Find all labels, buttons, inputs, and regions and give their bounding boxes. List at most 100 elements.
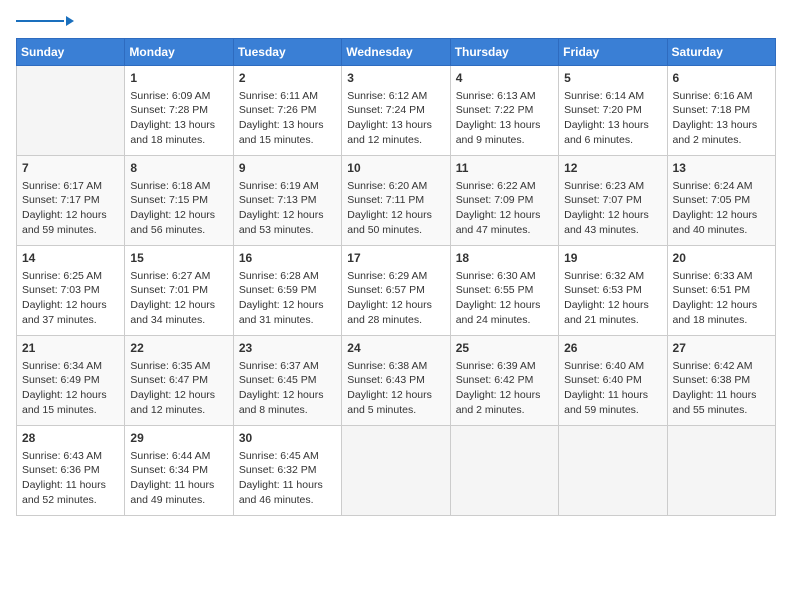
day-number: 18: [456, 250, 553, 267]
day-info-line: Daylight: 11 hours: [673, 388, 770, 403]
calendar-cell: 12Sunrise: 6:23 AMSunset: 7:07 PMDayligh…: [559, 156, 667, 246]
day-number: 11: [456, 160, 553, 177]
day-info-line: Sunset: 7:18 PM: [673, 103, 770, 118]
day-info-line: Daylight: 12 hours: [22, 208, 119, 223]
calendar-cell: 25Sunrise: 6:39 AMSunset: 6:42 PMDayligh…: [450, 336, 558, 426]
day-info-line: Daylight: 13 hours: [564, 118, 661, 133]
calendar-cell: 7Sunrise: 6:17 AMSunset: 7:17 PMDaylight…: [17, 156, 125, 246]
day-info-line: Sunset: 7:01 PM: [130, 283, 227, 298]
calendar-cell: 14Sunrise: 6:25 AMSunset: 7:03 PMDayligh…: [17, 246, 125, 336]
day-info-line: Daylight: 12 hours: [130, 208, 227, 223]
day-info-line: Daylight: 11 hours: [22, 478, 119, 493]
day-info-line: Sunrise: 6:34 AM: [22, 359, 119, 374]
day-info-line: Daylight: 12 hours: [673, 298, 770, 313]
day-info-line: and 8 minutes.: [239, 403, 336, 418]
day-info-line: Daylight: 11 hours: [239, 478, 336, 493]
day-info-line: Daylight: 12 hours: [347, 208, 444, 223]
day-number: 29: [130, 430, 227, 447]
day-info-line: Sunset: 6:38 PM: [673, 373, 770, 388]
day-info-line: Sunrise: 6:20 AM: [347, 179, 444, 194]
day-info-line: Daylight: 12 hours: [456, 298, 553, 313]
day-info-line: and 24 minutes.: [456, 313, 553, 328]
day-info-line: and 2 minutes.: [456, 403, 553, 418]
calendar-cell: [559, 426, 667, 516]
day-info-line: Daylight: 12 hours: [564, 298, 661, 313]
day-info-line: Sunrise: 6:27 AM: [130, 269, 227, 284]
calendar-cell: [342, 426, 450, 516]
calendar-cell: 5Sunrise: 6:14 AMSunset: 7:20 PMDaylight…: [559, 66, 667, 156]
day-info-line: Sunrise: 6:28 AM: [239, 269, 336, 284]
day-info-line: Sunset: 6:51 PM: [673, 283, 770, 298]
day-info-line: and 40 minutes.: [673, 223, 770, 238]
day-number: 13: [673, 160, 770, 177]
header-cell-friday: Friday: [559, 39, 667, 66]
day-info-line: Daylight: 13 hours: [673, 118, 770, 133]
day-number: 7: [22, 160, 119, 177]
day-info-line: Sunset: 7:28 PM: [130, 103, 227, 118]
calendar-cell: 15Sunrise: 6:27 AMSunset: 7:01 PMDayligh…: [125, 246, 233, 336]
day-info-line: and 50 minutes.: [347, 223, 444, 238]
day-number: 4: [456, 70, 553, 87]
day-info-line: Sunset: 7:07 PM: [564, 193, 661, 208]
day-info-line: Daylight: 12 hours: [130, 388, 227, 403]
day-number: 20: [673, 250, 770, 267]
calendar-cell: [450, 426, 558, 516]
day-number: 22: [130, 340, 227, 357]
day-info-line: and 5 minutes.: [347, 403, 444, 418]
day-info-line: Daylight: 12 hours: [239, 388, 336, 403]
calendar-cell: 4Sunrise: 6:13 AMSunset: 7:22 PMDaylight…: [450, 66, 558, 156]
day-info-line: Sunrise: 6:32 AM: [564, 269, 661, 284]
calendar-cell: 28Sunrise: 6:43 AMSunset: 6:36 PMDayligh…: [17, 426, 125, 516]
calendar-cell: 18Sunrise: 6:30 AMSunset: 6:55 PMDayligh…: [450, 246, 558, 336]
day-number: 5: [564, 70, 661, 87]
day-info-line: Sunset: 6:45 PM: [239, 373, 336, 388]
day-number: 21: [22, 340, 119, 357]
day-info-line: Sunset: 7:09 PM: [456, 193, 553, 208]
day-info-line: and 12 minutes.: [130, 403, 227, 418]
day-info-line: Sunrise: 6:35 AM: [130, 359, 227, 374]
calendar-cell: 11Sunrise: 6:22 AMSunset: 7:09 PMDayligh…: [450, 156, 558, 246]
calendar-cell: 27Sunrise: 6:42 AMSunset: 6:38 PMDayligh…: [667, 336, 775, 426]
day-info-line: Sunrise: 6:18 AM: [130, 179, 227, 194]
day-info-line: Sunrise: 6:13 AM: [456, 89, 553, 104]
day-info-line: Daylight: 13 hours: [456, 118, 553, 133]
day-info-line: and 18 minutes.: [130, 133, 227, 148]
calendar-cell: 10Sunrise: 6:20 AMSunset: 7:11 PMDayligh…: [342, 156, 450, 246]
calendar-cell: 9Sunrise: 6:19 AMSunset: 7:13 PMDaylight…: [233, 156, 341, 246]
day-info-line: and 9 minutes.: [456, 133, 553, 148]
logo-underline-icon: [16, 14, 76, 28]
day-number: 16: [239, 250, 336, 267]
day-number: 25: [456, 340, 553, 357]
day-info-line: Daylight: 12 hours: [239, 298, 336, 313]
week-row-2: 7Sunrise: 6:17 AMSunset: 7:17 PMDaylight…: [17, 156, 776, 246]
day-info-line: Sunset: 6:53 PM: [564, 283, 661, 298]
calendar-cell: 20Sunrise: 6:33 AMSunset: 6:51 PMDayligh…: [667, 246, 775, 336]
day-info-line: and 6 minutes.: [564, 133, 661, 148]
day-info-line: Sunset: 6:40 PM: [564, 373, 661, 388]
day-info-line: Daylight: 12 hours: [22, 388, 119, 403]
day-info-line: and 18 minutes.: [673, 313, 770, 328]
logo: [16, 16, 76, 28]
day-info-line: Sunset: 7:05 PM: [673, 193, 770, 208]
day-info-line: Sunrise: 6:37 AM: [239, 359, 336, 374]
day-info-line: Sunrise: 6:17 AM: [22, 179, 119, 194]
day-info-line: and 21 minutes.: [564, 313, 661, 328]
header-cell-thursday: Thursday: [450, 39, 558, 66]
day-info-line: Daylight: 13 hours: [347, 118, 444, 133]
day-info-line: Sunset: 7:15 PM: [130, 193, 227, 208]
calendar-table: SundayMondayTuesdayWednesdayThursdayFrid…: [16, 38, 776, 516]
day-info-line: Sunrise: 6:12 AM: [347, 89, 444, 104]
day-info-line: Sunrise: 6:23 AM: [564, 179, 661, 194]
day-number: 3: [347, 70, 444, 87]
calendar-cell: 1Sunrise: 6:09 AMSunset: 7:28 PMDaylight…: [125, 66, 233, 156]
header-row: SundayMondayTuesdayWednesdayThursdayFrid…: [17, 39, 776, 66]
day-info-line: Sunset: 7:03 PM: [22, 283, 119, 298]
day-number: 30: [239, 430, 336, 447]
day-number: 12: [564, 160, 661, 177]
calendar-cell: 13Sunrise: 6:24 AMSunset: 7:05 PMDayligh…: [667, 156, 775, 246]
day-info-line: Sunrise: 6:38 AM: [347, 359, 444, 374]
day-info-line: Sunrise: 6:16 AM: [673, 89, 770, 104]
day-number: 2: [239, 70, 336, 87]
day-info-line: Daylight: 12 hours: [347, 298, 444, 313]
day-info-line: Daylight: 12 hours: [347, 388, 444, 403]
